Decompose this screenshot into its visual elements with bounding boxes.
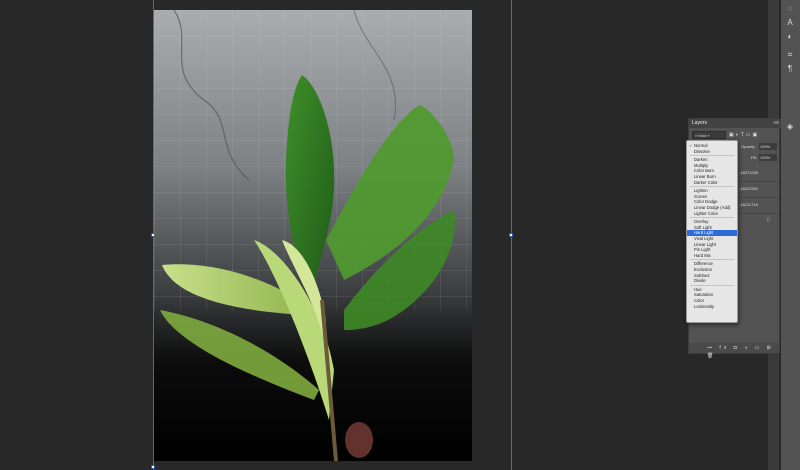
blend-mode-label: Hue — [694, 286, 702, 292]
text-icon[interactable]: A — [783, 18, 797, 28]
paragraph-icon[interactable]: ¶ — [783, 64, 797, 74]
blend-mode-label: Exclusion — [694, 267, 712, 272]
blend-mode-item[interactable]: Hard Mix — [687, 253, 737, 259]
blend-mode-item[interactable]: Dissolve — [687, 149, 737, 155]
blend-mode-label: Darken — [694, 157, 708, 163]
menu-separator — [690, 217, 734, 219]
transform-handle-bottom-left[interactable] — [151, 465, 155, 469]
blend-mode-label: Saturation — [694, 292, 714, 298]
layer-name: ...18211716 — [737, 202, 758, 207]
double-chevron-icon[interactable]: »≡ — [773, 119, 779, 128]
blend-mode-item[interactable]: Lighter Color — [687, 211, 737, 217]
blend-mode-item[interactable]: Luminosity — [687, 304, 737, 310]
menu-separator — [690, 186, 734, 188]
crop-icon[interactable]: ⌗ — [783, 50, 797, 60]
document-canvas[interactable] — [154, 10, 472, 461]
blend-mode-label: Lighten — [694, 188, 708, 194]
menu-separator — [690, 155, 734, 157]
blend-mode-label: Color — [694, 298, 705, 303]
blend-mode-label: Subtract — [694, 272, 710, 278]
blend-mode-item[interactable]: Divide — [687, 278, 737, 284]
kind-label: Kind — [698, 133, 707, 138]
blend-mode-label: Screen — [694, 193, 708, 199]
layer-kind-filter[interactable]: ⌕ Kind ▾ — [692, 131, 726, 139]
blend-mode-label: Overlay — [694, 219, 709, 225]
menu-separator — [690, 259, 734, 261]
layer-action-icons[interactable]: ⊶ fx ◘ ◑ ▭ ⊞ 🗑 — [707, 344, 779, 360]
blend-mode-label: Divide — [694, 278, 706, 284]
blend-mode-label: Linear Dodge (Add) — [694, 205, 731, 210]
fill-label: Fill: — [751, 155, 758, 160]
fill-field[interactable]: 100% — [759, 154, 777, 161]
layers-icon[interactable]: ◈ — [783, 122, 797, 132]
blend-mode-label: Hard Light — [694, 230, 714, 236]
blend-mode-label: Vivid Light — [694, 236, 714, 241]
layers-panel-tab[interactable]: Layers »≡ — [689, 119, 781, 128]
blend-mode-label: Luminosity — [694, 303, 715, 309]
lightbulb-icon[interactable]: ◌ — [783, 4, 797, 14]
panel-title: Layers — [692, 120, 708, 126]
right-toolbar: ◌ A ◐ ⌗ ¶ ◈ — [781, 0, 800, 470]
blend-mode-label: Linear Light — [694, 241, 716, 247]
blend-mode-label: Color Burn — [694, 168, 715, 174]
blend-mode-label: Hard Mix — [694, 252, 711, 258]
blend-mode-label: Soft Light — [694, 224, 712, 230]
layer-name: ...18222531 — [737, 186, 759, 191]
blend-mode-label: Linear Burn — [694, 174, 716, 179]
layer-filter-icons[interactable]: ▣◐T▭▣ — [729, 131, 759, 139]
blend-mode-label: Color Dodge — [694, 199, 718, 205]
blend-mode-menu[interactable]: ✓ Normal Dissolve Darken Multiply Color Burn L… — [686, 140, 738, 323]
transform-handle-right[interactable] — [509, 233, 513, 237]
menu-separator — [690, 284, 734, 286]
layer-name: ...18371005 — [737, 170, 759, 175]
layers-panel-footer: ⊶ fx ◘ ◑ ▭ ⊞ 🗑 — [689, 343, 779, 359]
leaf-artwork — [154, 10, 472, 461]
blend-mode-label: Dissolve — [694, 148, 710, 154]
blend-mode-label: Darker Color — [694, 179, 718, 185]
blend-mode-label: Pin Light — [694, 247, 711, 253]
opacity-label: Opacity: — [741, 144, 756, 149]
blend-mode-label: Lighter Color — [694, 210, 718, 216]
workspace: ◌ A ◐ ⌗ ¶ ◈ Layers »≡ ⌕ Kind ▾ ▣◐T▭▣ Opa… — [0, 0, 800, 470]
blend-mode-label: Difference — [694, 261, 714, 267]
blend-mode-label: Multiply — [694, 162, 709, 168]
blend-mode-item[interactable]: Darker Color — [687, 180, 737, 186]
adjust-icon[interactable]: ◐ — [783, 32, 797, 42]
opacity-field[interactable]: 100% — [759, 143, 777, 150]
trash-icon[interactable]: ▯ — [767, 217, 770, 223]
blend-mode-label: Normal — [694, 143, 708, 148]
